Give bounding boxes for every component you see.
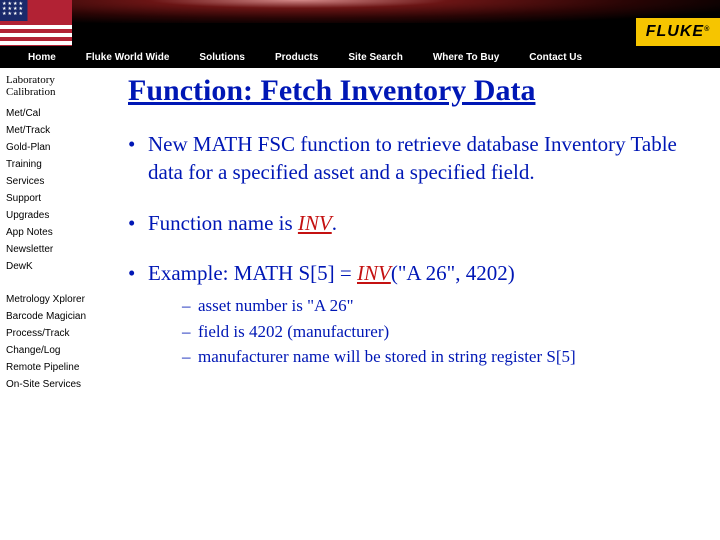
nav-contact-us[interactable]: Contact Us [529,52,582,63]
sidebar-item-training[interactable]: Training [6,159,94,170]
sidebar: Laboratory Calibration Met/Cal Met/Track… [0,68,100,540]
function-name: INV [298,211,332,235]
nav-home[interactable]: Home [28,52,56,63]
bullet-3-pre: Example: MATH S[5] = [148,261,357,285]
sidebar-item-onsite-services[interactable]: On-Site Services [6,379,94,390]
nav-solutions[interactable]: Solutions [199,52,245,63]
page-title: Function: Fetch Inventory Data [128,74,712,108]
header-gradient [72,0,720,23]
sidebar-heading: Laboratory Calibration [6,74,94,98]
sub-item-1: asset number is "A 26" [182,293,712,319]
sidebar-item-goldplan[interactable]: Gold-Plan [6,142,94,153]
nav-where-to-buy[interactable]: Where To Buy [433,52,499,63]
sidebar-item-support[interactable]: Support [6,193,94,204]
sidebar-item-process-track[interactable]: Process/Track [6,328,94,339]
sidebar-item-appnotes[interactable]: App Notes [6,227,94,238]
navbar: Home Fluke World Wide Solutions Products… [0,46,720,68]
sidebar-item-upgrades[interactable]: Upgrades [6,210,94,221]
bullet-3-post: ("A 26", 4202) [391,261,515,285]
sidebar-item-metrology-xplorer[interactable]: Metrology Xplorer [6,294,94,305]
bullet-2: Function name is INV. [128,209,712,237]
sidebar-item-metcal[interactable]: Met/Cal [6,108,94,119]
sidebar-item-change-log[interactable]: Change/Log [6,345,94,356]
nav-site-search[interactable]: Site Search [348,52,402,63]
content: Function: Fetch Inventory Data New MATH … [100,68,720,540]
sidebar-item-dewk[interactable]: DewK [6,261,94,272]
bullet-3: Example: MATH S[5] = INV("A 26", 4202) a… [128,259,712,370]
sidebar-item-mettrack[interactable]: Met/Track [6,125,94,136]
bullet-2-pre: Function name is [148,211,298,235]
sidebar-item-newsletter[interactable]: Newsletter [6,244,94,255]
main: Laboratory Calibration Met/Cal Met/Track… [0,68,720,540]
sidebar-item-services[interactable]: Services [6,176,94,187]
bullet-2-post: . [332,211,337,235]
sidebar-item-remote-pipeline[interactable]: Remote Pipeline [6,362,94,373]
bullet-1: New MATH FSC function to retrieve databa… [128,130,712,187]
brand-logo: FLUKE® [636,18,720,46]
sub-list: asset number is "A 26" field is 4202 (ma… [182,293,712,370]
sub-item-2: field is 4202 (manufacturer) [182,319,712,345]
nav-worldwide[interactable]: Fluke World Wide [86,52,170,63]
nav-products[interactable]: Products [275,52,318,63]
function-name-call: INV [357,261,391,285]
flag-us: ★★★★★★★★★★★★ [0,0,72,46]
sidebar-item-barcode-magician[interactable]: Barcode Magician [6,311,94,322]
header-band: ★★★★★★★★★★★★ FLUKE® [0,0,720,46]
brand-text: FLUKE [646,23,704,40]
sub-item-3: manufacturer name will be stored in stri… [182,344,712,370]
